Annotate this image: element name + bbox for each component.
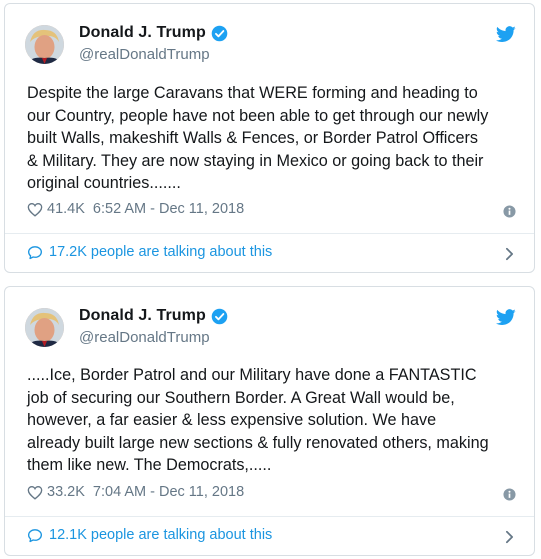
heart-icon[interactable] <box>27 485 43 500</box>
verified-badge-icon <box>211 308 228 324</box>
like-count[interactable]: 33.2K <box>47 484 85 500</box>
tweet-text: .....Ice, Border Patrol and our Military… <box>27 366 489 475</box>
twitter-bird-icon[interactable] <box>496 309 516 326</box>
divider <box>5 516 534 517</box>
author-handle[interactable]: @realDonaldTrump <box>79 329 210 346</box>
chevron-right-icon[interactable] <box>505 247 514 261</box>
timestamp-link[interactable]: 6:52 AM - Dec 11, 2018 <box>93 201 244 217</box>
conversation-count: 12.1K people are talking about this <box>49 527 273 543</box>
divider <box>5 233 534 234</box>
twitter-bird-icon[interactable] <box>496 26 516 43</box>
tweet-card: Donald J. Trump @realDonaldTrump Despite… <box>4 3 535 273</box>
speech-bubble-icon <box>28 245 42 259</box>
conversation-link[interactable]: 17.2K people are talking about this <box>27 244 272 260</box>
info-icon[interactable] <box>503 205 516 218</box>
speech-bubble-icon <box>28 528 42 542</box>
chevron-right-icon[interactable] <box>505 530 514 544</box>
timestamp-link[interactable]: 7:04 AM - Dec 11, 2018 <box>93 484 244 500</box>
heart-icon[interactable] <box>27 202 43 217</box>
author-handle[interactable]: @realDonaldTrump <box>79 46 210 63</box>
tweet-card: Donald J. Trump @realDonaldTrump .....Ic… <box>4 286 535 556</box>
author-name[interactable]: Donald J. Trump <box>79 307 206 325</box>
like-count[interactable]: 41.4K <box>47 201 85 217</box>
author-name[interactable]: Donald J. Trump <box>79 24 206 42</box>
conversation-link[interactable]: 12.1K people are talking about this <box>27 527 272 543</box>
avatar[interactable] <box>25 308 64 347</box>
info-icon[interactable] <box>503 488 516 501</box>
tweet-text: Despite the large Caravans that WERE for… <box>27 84 489 193</box>
conversation-count: 17.2K people are talking about this <box>49 244 273 260</box>
verified-badge-icon <box>211 25 228 41</box>
avatar[interactable] <box>25 25 64 64</box>
